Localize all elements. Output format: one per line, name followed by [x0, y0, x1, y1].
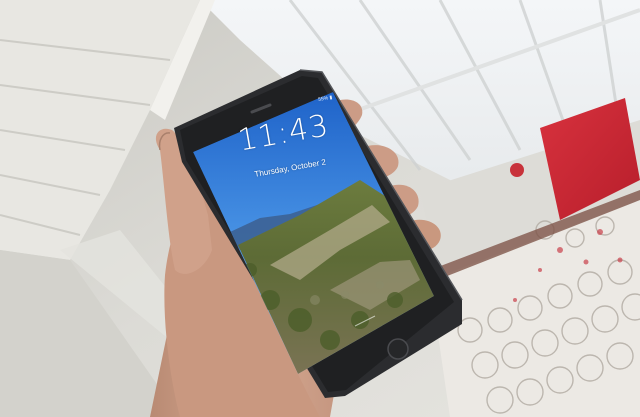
home-button — [387, 338, 409, 360]
red-light — [510, 163, 524, 177]
photo-scene: 55% ▮ 11:43 Thursday, October 2 — [0, 0, 640, 417]
photo-illustration — [0, 0, 640, 417]
